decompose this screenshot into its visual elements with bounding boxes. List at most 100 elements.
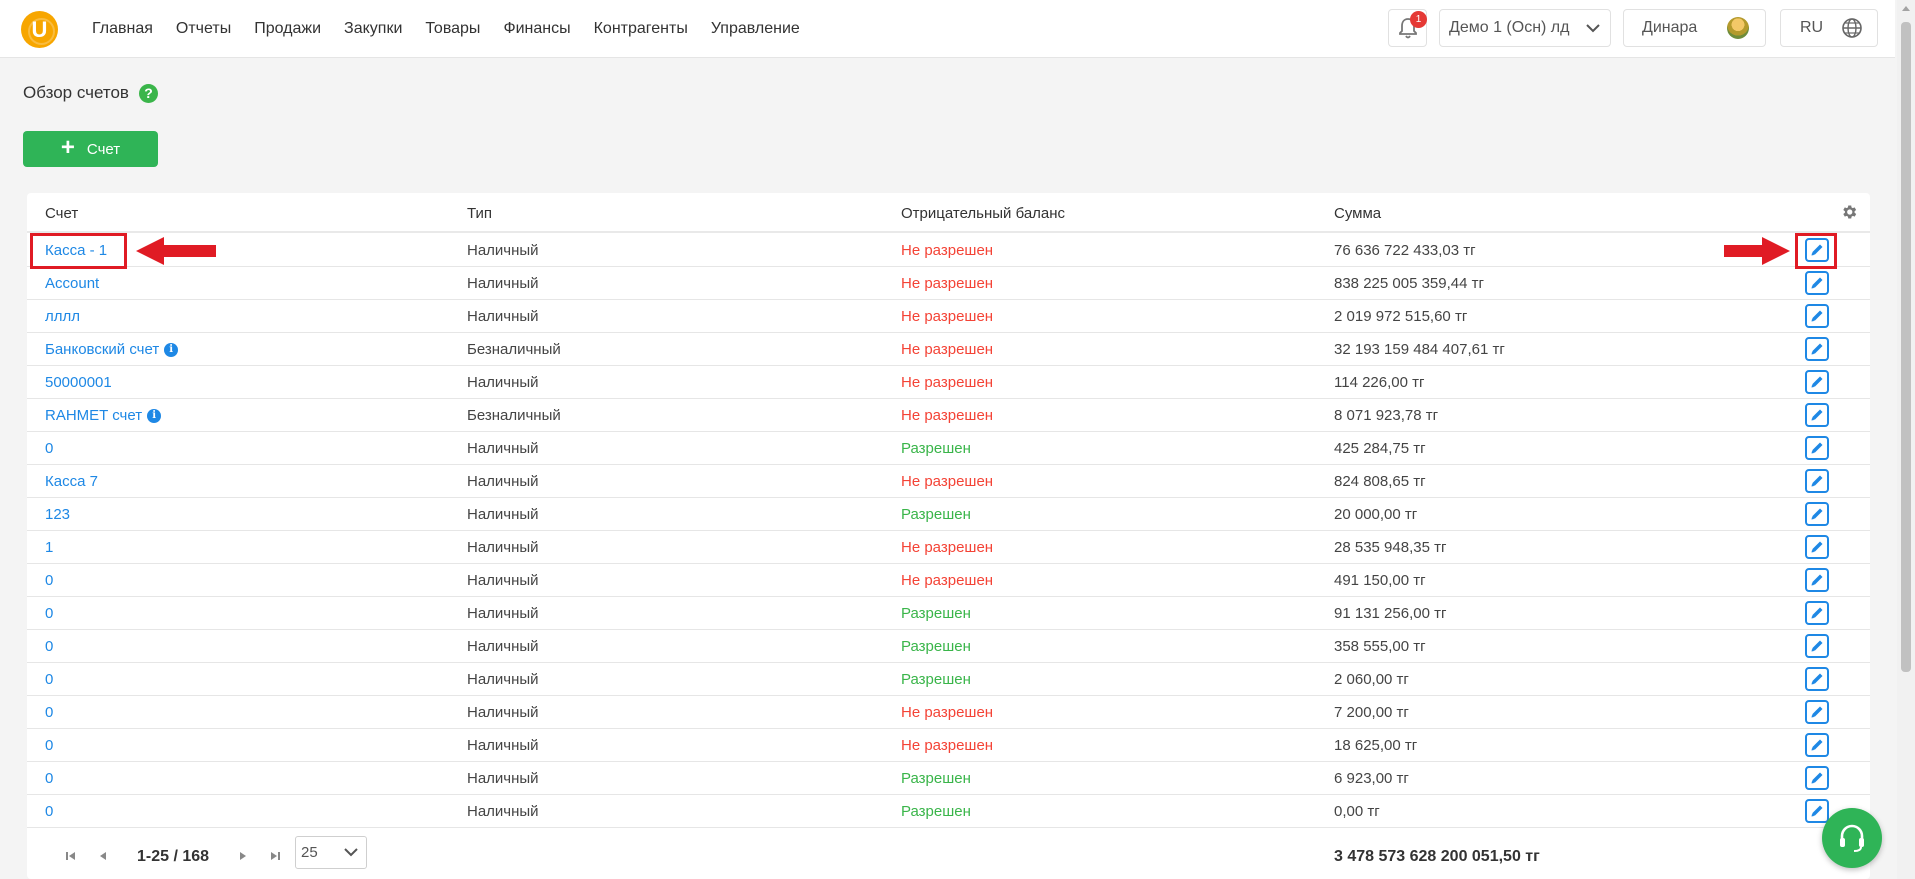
- nav-item-purchases[interactable]: Закупки: [344, 20, 402, 38]
- company-select[interactable]: Демо 1 (Осн) лд: [1439, 9, 1611, 47]
- edit-button[interactable]: [1805, 469, 1829, 493]
- table-row: Касса 7 Наличный Не разрешен 824 808,65 тг: [27, 465, 1870, 498]
- nav-item-home[interactable]: Главная: [92, 20, 153, 38]
- account-name: 123: [45, 506, 71, 523]
- nav-item-finance[interactable]: Финансы: [503, 20, 570, 38]
- table-row: 0 Наличный Разрешен 2 060,00 тг: [27, 663, 1870, 696]
- edit-icon: [1811, 772, 1823, 784]
- account-link[interactable]: 0: [45, 440, 53, 457]
- info-icon[interactable]: i: [147, 408, 162, 423]
- notifications-button[interactable]: 1: [1388, 9, 1427, 47]
- account-link[interactable]: RAHMET счет i: [45, 407, 162, 424]
- account-link[interactable]: 0: [45, 737, 53, 754]
- edit-button[interactable]: [1805, 601, 1829, 625]
- account-link[interactable]: 0: [45, 572, 53, 589]
- account-link[interactable]: 0: [45, 671, 53, 688]
- account-name: 1: [45, 539, 54, 556]
- negative-balance-status: Не разрешен: [901, 275, 994, 292]
- account-link[interactable]: 50000001: [45, 374, 112, 391]
- account-type: Наличный: [467, 374, 539, 391]
- pagination-bar: 1-25 / 168 25 3 478 573 628 200 051,50 т…: [27, 833, 1870, 879]
- edit-button[interactable]: [1805, 403, 1829, 427]
- column-header-sum[interactable]: Сумма: [1334, 205, 1381, 222]
- globe-icon: [1842, 18, 1862, 38]
- table-row: Account Наличный Не разрешен 838 225 005 35…: [27, 267, 1870, 300]
- account-link[interactable]: 0: [45, 704, 53, 721]
- edit-icon: [1811, 376, 1823, 388]
- account-name: RAHMET счет: [45, 407, 143, 424]
- edit-button[interactable]: [1805, 733, 1829, 757]
- account-link[interactable]: 0: [45, 770, 53, 787]
- account-sum: 18 625,00 тг: [1334, 737, 1418, 754]
- account-name: Account: [45, 275, 100, 292]
- scroll-up-icon[interactable]: [1902, 6, 1910, 11]
- info-icon[interactable]: i: [164, 342, 179, 357]
- account-link[interactable]: 0: [45, 638, 53, 655]
- account-type: Наличный: [467, 671, 539, 688]
- negative-balance-status: Не разрешен: [901, 704, 994, 721]
- main-nav: Главная Отчеты Продажи Закупки Товары Фи…: [92, 0, 823, 58]
- user-menu[interactable]: Динара: [1623, 9, 1766, 47]
- add-account-button[interactable]: + Счет: [23, 131, 158, 167]
- account-link[interactable]: лллл: [45, 308, 80, 325]
- account-link[interactable]: 0: [45, 605, 53, 622]
- page-scrollbar[interactable]: [1897, 0, 1915, 879]
- support-chat-button[interactable]: [1822, 808, 1882, 868]
- language-select[interactable]: RU: [1780, 9, 1878, 47]
- account-link[interactable]: Account: [45, 275, 99, 292]
- edit-button[interactable]: [1805, 436, 1829, 460]
- total-sum: 3 478 573 628 200 051,50 тг: [1334, 848, 1540, 865]
- edit-button[interactable]: [1805, 568, 1829, 592]
- edit-icon: [1811, 640, 1823, 652]
- edit-button[interactable]: [1805, 370, 1829, 394]
- edit-button[interactable]: [1805, 502, 1829, 526]
- edit-icon: [1811, 706, 1823, 718]
- edit-icon: [1811, 310, 1823, 322]
- edit-button[interactable]: [1805, 337, 1829, 361]
- column-header-account[interactable]: Счет: [45, 205, 78, 222]
- nav-item-management[interactable]: Управление: [711, 20, 800, 38]
- account-sum: 76 636 722 433,03 тг: [1334, 242, 1476, 259]
- app-logo[interactable]: U: [21, 11, 58, 48]
- scroll-thumb[interactable]: [1901, 22, 1911, 672]
- negative-balance-status: Разрешен: [901, 605, 971, 622]
- negative-balance-status: Разрешен: [901, 671, 971, 688]
- next-page-icon[interactable]: [236, 849, 250, 863]
- gear-icon[interactable]: [1840, 203, 1858, 221]
- column-header-type[interactable]: Тип: [467, 205, 492, 222]
- account-link[interactable]: Банковский счет i: [45, 341, 179, 358]
- nav-item-reports[interactable]: Отчеты: [176, 20, 231, 38]
- highlight-box-account: [30, 233, 127, 269]
- account-name: 0: [45, 440, 54, 457]
- edit-icon: [1811, 541, 1823, 553]
- company-name: Демо 1 (Осн) лд: [1449, 19, 1570, 36]
- account-name: 0: [45, 638, 54, 655]
- account-type: Наличный: [467, 308, 539, 325]
- nav-item-products[interactable]: Товары: [425, 20, 480, 38]
- edit-button[interactable]: [1805, 799, 1829, 823]
- column-header-negative-balance[interactable]: Отрицательный баланс: [901, 205, 1065, 222]
- account-type: Наличный: [467, 572, 539, 589]
- account-link[interactable]: 123: [45, 506, 70, 523]
- last-page-icon[interactable]: [268, 849, 282, 863]
- account-link[interactable]: 0: [45, 803, 53, 820]
- nav-item-sales[interactable]: Продажи: [254, 20, 321, 38]
- edit-button[interactable]: [1805, 271, 1829, 295]
- account-link[interactable]: 1: [45, 539, 53, 556]
- prev-page-icon[interactable]: [96, 849, 110, 863]
- edit-button[interactable]: [1805, 535, 1829, 559]
- first-page-icon[interactable]: [64, 849, 78, 863]
- account-link[interactable]: Касса 7: [45, 473, 98, 490]
- edit-button[interactable]: [1805, 304, 1829, 328]
- table-row: 0 Наличный Не разрешен 7 200,00 тг: [27, 696, 1870, 729]
- edit-button[interactable]: [1805, 667, 1829, 691]
- help-icon[interactable]: ?: [138, 83, 158, 103]
- account-name: 0: [45, 605, 54, 622]
- nav-item-counterparties[interactable]: Контрагенты: [594, 20, 688, 38]
- edit-button[interactable]: [1805, 766, 1829, 790]
- edit-button[interactable]: [1805, 634, 1829, 658]
- edit-icon: [1811, 607, 1823, 619]
- account-name: 0: [45, 704, 54, 721]
- page-size-select[interactable]: 25: [295, 836, 367, 869]
- edit-button[interactable]: [1805, 700, 1829, 724]
